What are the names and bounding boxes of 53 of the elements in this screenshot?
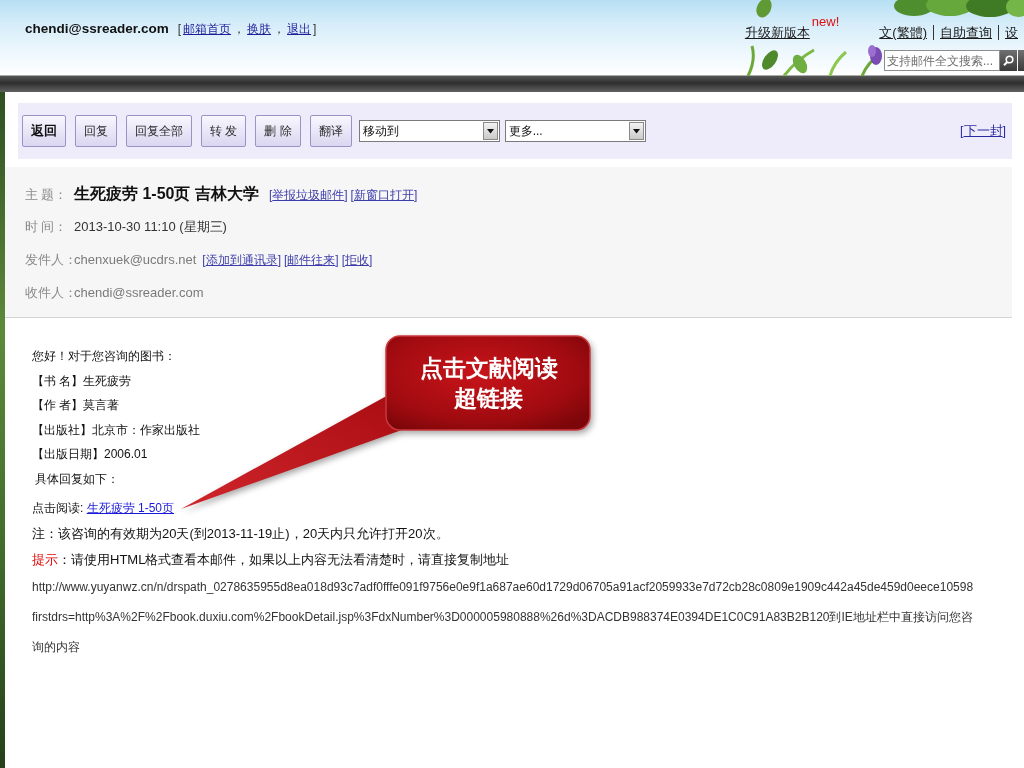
new-label: new!	[811, 13, 840, 29]
search-field[interactable]: 支持邮件全文搜索...	[884, 50, 1000, 71]
toolbar-button[interactable]: 删 除	[255, 115, 301, 147]
subject-text: 生死疲劳 1-50页 吉林大学	[74, 184, 259, 204]
url-text: firstdrs=http%3A%2F%2Fbook.duxiu.com%2FbookDetail.jsp%3FdxNumber%3D000005980888%26d%3DACDB988374E0394DE1C0C91A83B2B120到IE地址栏中直接访问您咨询的内容	[32, 610, 973, 654]
url-text: http://www.yuyanwz.cn/n/drspath_0278635955d8ea018d93c7adf0fffe091f9756e0e9f1a687ae60d1729d06705a91acf2059933e7d72cb28c0809e1909c442a45de459d0eece10598	[32, 580, 974, 594]
recipient-address: chendi@ssreader.com	[74, 284, 204, 302]
date-text: 2013-10-30 11:10 (星期三)	[74, 218, 227, 236]
body-text: 【书 名】生死疲劳	[32, 373, 132, 388]
action-link[interactable]: [举报垃圾邮件]	[268, 179, 348, 212]
dropdown[interactable]: 移动到	[358, 120, 500, 142]
toolbar-button[interactable]: 回复全部	[126, 115, 192, 147]
field-label: 主 题：	[25, 187, 69, 204]
caret-icon	[628, 122, 644, 140]
callout-text: 点击文献阅读超链接	[418, 353, 559, 413]
toolbar-button[interactable]: 返回	[22, 115, 66, 147]
toolbar-button[interactable]: 翻译	[309, 115, 352, 147]
account-link[interactable]: 退出	[287, 21, 312, 38]
punctuation-text: ，	[232, 21, 247, 38]
body-text: 【出版日期】2006.01	[32, 447, 148, 461]
punctuation-text: [	[176, 22, 183, 36]
note-text: 注：该咨询的有效期为20天(到2013-11-19止)，20天内只允许打开20次。	[32, 526, 449, 541]
action-link[interactable]: [新窗口打开]	[350, 179, 418, 212]
field-label: 收件人：	[25, 285, 74, 302]
top-link[interactable]: 自助查询	[933, 24, 998, 40]
toolbar-button[interactable]: 回复	[75, 115, 117, 147]
punctuation-text: ]	[312, 22, 318, 36]
body-text: 点击阅读:	[32, 501, 85, 515]
tip-text: ：请使用HTML格式查看本邮件，如果以上内容无法看清楚时，请直接复制地址	[58, 552, 510, 567]
account-email: chendi@ssreader.com	[25, 21, 169, 36]
caret-icon	[482, 122, 498, 140]
sender-address: chenxuek@ucdrs.net	[74, 251, 197, 269]
book-link[interactable]: 生死疲劳 1-50页	[86, 501, 175, 515]
search-button[interactable]	[1000, 50, 1017, 71]
search-icon	[1003, 55, 1014, 66]
action-link[interactable]: [邮件往来]	[284, 244, 339, 277]
body-text: 具体回复如下：	[34, 471, 120, 486]
top-link[interactable]: 设	[998, 24, 1024, 40]
body-text: 您好！对于您咨询的图书：	[32, 349, 176, 363]
body-text: 【出版社】北京市：作家出版社	[32, 422, 200, 437]
account-link[interactable]: 邮箱首页	[183, 21, 232, 38]
tip-label: 提示	[32, 552, 58, 567]
toolbar-button[interactable]: 转 发	[201, 115, 247, 147]
action-link[interactable]: [拒收]	[341, 244, 373, 277]
dropdown[interactable]: 更多...	[504, 120, 646, 142]
field-label: 发件人：	[25, 252, 74, 269]
field-label: 时 间：	[25, 219, 69, 236]
account-link[interactable]: 换肤	[247, 21, 272, 38]
body-text: 【作 者】莫言著	[32, 398, 120, 412]
action-link[interactable]: [添加到通讯录]	[202, 244, 281, 277]
punctuation-text: ，	[272, 21, 287, 38]
next-mail-link[interactable]: [下一封]	[960, 122, 1006, 140]
top-link[interactable]: 文(繁體)	[873, 24, 933, 40]
